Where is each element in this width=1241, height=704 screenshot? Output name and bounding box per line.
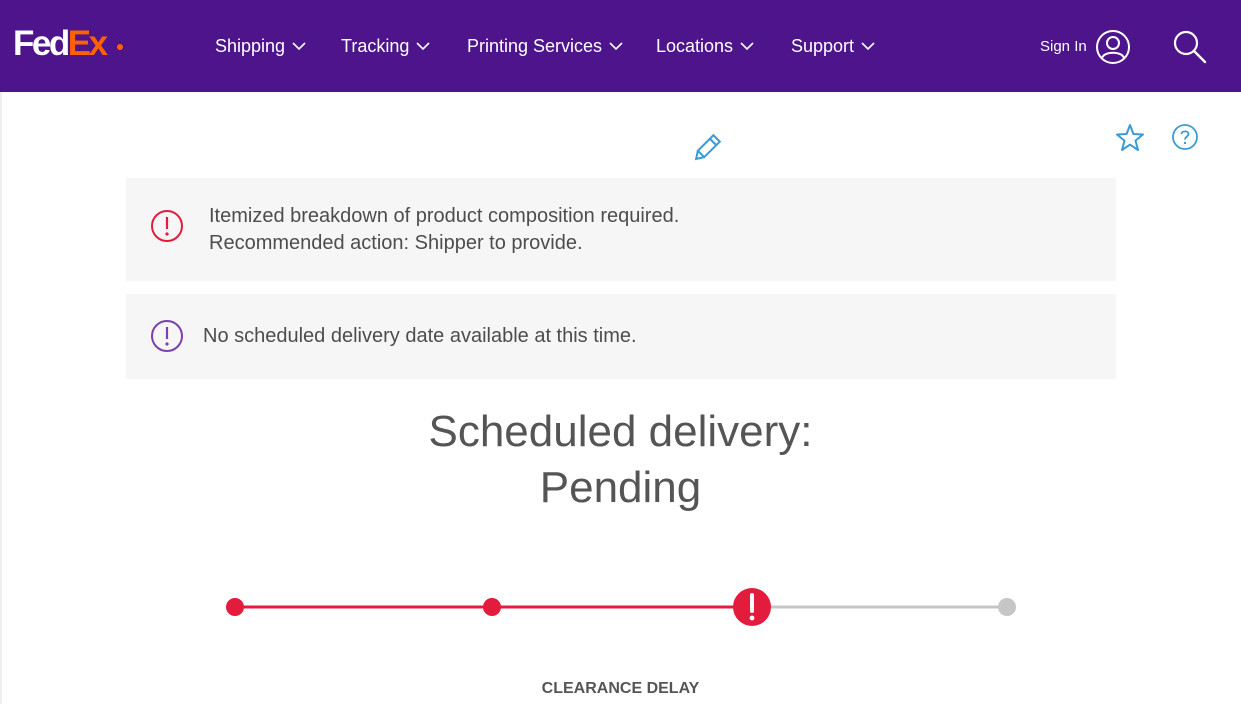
chevron-down-icon (609, 42, 623, 51)
chevron-down-icon (416, 42, 430, 51)
fedex-logo[interactable]: FedEx (13, 24, 123, 64)
nav-item-printing-services[interactable]: Printing Services (467, 34, 623, 58)
progress-step-1 (226, 598, 244, 616)
logo-registered-dot (117, 44, 123, 50)
help-question-icon[interactable] (1171, 123, 1199, 151)
nav-item-shipping[interactable]: Shipping (215, 34, 306, 58)
clearance-alert-banner: Itemized breakdown of product compositio… (126, 178, 1116, 281)
progress-step-2 (483, 598, 501, 616)
chevron-down-icon (292, 42, 306, 51)
alert-message-line1: Itemized breakdown of product compositio… (209, 205, 680, 227)
search-icon[interactable] (1172, 29, 1208, 65)
scheduled-delivery-value: Pending (539, 463, 702, 512)
top-navigation-bar: FedEx Shipping Tracking Printing Service… (0, 0, 1241, 92)
progress-step-3-exception-icon (733, 588, 771, 626)
chevron-down-icon (861, 42, 875, 51)
delivery-date-notice-banner: No scheduled delivery date available at … (126, 294, 1116, 379)
nav-item-label: Tracking (341, 36, 410, 56)
logo-ex-text: Ex (67, 24, 108, 63)
star-favorite-icon[interactable] (1114, 122, 1146, 154)
nav-item-label: Locations (656, 36, 734, 56)
nav-item-locations[interactable]: Locations (656, 34, 754, 58)
user-account-icon[interactable] (1095, 29, 1131, 65)
notice-message: No scheduled delivery date available at … (203, 325, 637, 347)
alert-message-line2: Recommended action: Shipper to provide. (209, 232, 583, 254)
chevron-down-icon (740, 42, 754, 51)
shipment-status-label: CLEARANCE DELAY (541, 680, 700, 697)
exclamation-circle-icon (151, 210, 183, 242)
logo-fed-text: Fed (13, 24, 70, 63)
progress-step-4 (998, 598, 1016, 616)
pencil-edit-icon[interactable] (689, 132, 723, 166)
nav-item-label: Shipping (215, 36, 286, 56)
nav-item-support[interactable]: Support (791, 34, 875, 58)
sign-in-link[interactable]: Sign In (1040, 37, 1087, 57)
nav-item-label: Printing Services (467, 36, 603, 56)
scheduled-delivery-label: Scheduled delivery: (428, 407, 813, 456)
nav-item-tracking[interactable]: Tracking (341, 34, 430, 58)
nav-item-label: Support (791, 36, 855, 56)
exclamation-circle-icon (151, 320, 183, 352)
shipment-progress-tracker (226, 588, 1016, 626)
